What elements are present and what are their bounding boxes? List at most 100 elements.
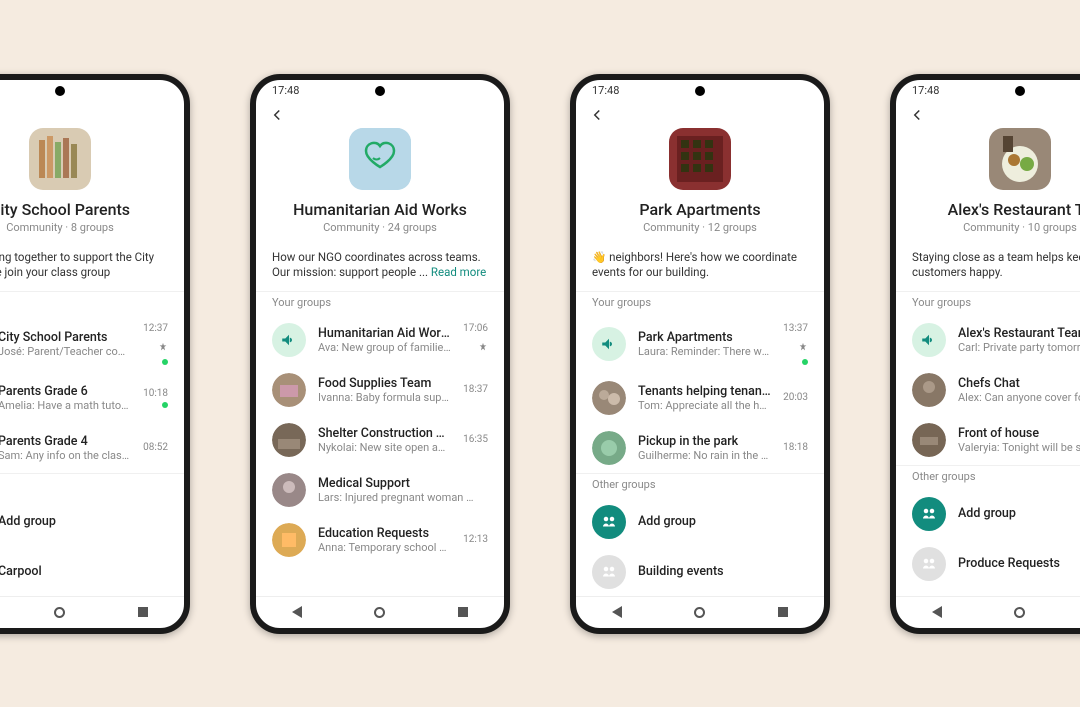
group-list: Park ApartmentsLaura: Reminder: There wi… [576,315,824,596]
community-subtitle: Community · 8 groups [6,221,114,234]
nav-back-icon[interactable] [292,606,302,618]
community-header[interactable]: Park Apartments Community · 12 groups [576,132,824,244]
group-title: Add group [0,514,168,529]
community-header[interactable]: Humanitarian Aid Works Community · 24 gr… [256,132,504,244]
status-bar: 17:48 [576,80,824,102]
group-row[interactable]: Tenants helping tenantsTom: Appreciate a… [576,373,824,423]
join-group-row[interactable]: Building events [576,547,824,596]
join-group-icon [912,547,946,581]
group-title: Pickup in the park [638,434,771,449]
group-row[interactable]: Food Supplies TeamIvanna: Baby formula s… [256,365,504,415]
announcement-icon [912,323,946,357]
section-your-groups: Your groups [256,291,504,315]
group-title: Carpool [0,564,168,579]
announcement-icon [272,323,306,357]
nav-home-icon[interactable] [1014,607,1025,618]
community-description: 👋 neighbors! Here's how we coordinate ev… [576,244,824,291]
group-time: 18:37 [463,384,488,395]
group-list: Alex's Restaurant TeamCarl: Private part… [896,315,1080,596]
section-other-groups: roups [0,473,184,497]
add-group-row[interactable]: Add group [0,497,184,547]
group-title: Building events [638,564,808,579]
group-time: 08:52 [143,442,168,453]
nav-recents-icon[interactable] [778,607,788,617]
back-icon[interactable] [268,106,286,128]
phone-device: 17:48 Humanitarian Aid Works Community ·… [250,74,510,634]
back-icon[interactable] [588,106,606,128]
group-avatar [272,523,306,557]
nav-recents-icon[interactable] [458,607,468,617]
status-time: 17:48 [592,84,619,97]
android-nav-bar [896,596,1080,628]
group-row[interactable]: Parents Grade 6Amelia: Have a math tutor… [0,373,184,423]
group-row[interactable]: Alex's Restaurant TeamCarl: Private part… [896,315,1080,365]
group-row[interactable]: Park ApartmentsLaura: Reminder: There wi… [576,315,824,373]
community-avatar [349,128,411,190]
join-group-row[interactable]: Produce Requests [896,539,1080,589]
group-message: Guilherme: No rain in the forecast! [638,449,771,462]
group-row[interactable]: Pickup in the parkGuilherme: No rain in … [576,423,824,473]
group-message: Ava: New group of families waitin... [318,341,451,354]
community-title: Alex's Restaurant Te [948,200,1080,219]
community-subtitle: Community · 24 groups [323,221,437,234]
add-group-row[interactable]: Add group [576,497,824,547]
nav-back-icon[interactable] [612,606,622,618]
group-time: 16:35 [463,434,488,445]
back-icon[interactable] [908,106,926,128]
group-time: 13:37 [783,323,808,334]
group-title: Front of house [958,426,1080,441]
group-title: Food Supplies Team [318,376,451,391]
group-row[interactable]: Humanitarian Aid WorksAva: New group of … [256,315,504,365]
nav-recents-icon[interactable] [138,607,148,617]
pin-icon [158,337,168,356]
read-more-link[interactable]: Read more [431,265,486,279]
camera-hole [695,86,705,96]
group-avatar [912,373,946,407]
community-header[interactable]: Alex's Restaurant Te Community · 10 grou… [896,132,1080,244]
nav-home-icon[interactable] [54,607,65,618]
add-group-icon [912,497,946,531]
pin-icon [478,337,488,356]
community-description: Staying close as a team helps keep custo… [896,244,1080,291]
community-header[interactable]: City School Parents Community · 8 groups [0,132,184,244]
status-bar [0,80,184,102]
group-avatar [592,431,626,465]
section-other-groups: Other groups [576,473,824,497]
group-row[interactable]: Front of houseValeryia: Tonight will be … [896,415,1080,465]
community-title: City School Parents [0,200,130,219]
add-group-row[interactable]: Add group [896,489,1080,539]
group-title: Shelter Construction Team [318,426,451,441]
community-description: How our NGO coordinates across teams. Ou… [256,244,504,291]
group-title: Parents Grade 4 [0,434,131,449]
nav-home-icon[interactable] [374,607,385,618]
group-row[interactable]: Shelter Construction TeamNykolai: New si… [256,415,504,465]
group-message: Sam: Any info on the class recital? [0,449,131,462]
group-title: Parents Grade 6 [0,384,131,399]
join-group-row[interactable]: Carpool [0,547,184,596]
group-time: 12:13 [463,534,488,545]
add-group-icon [592,505,626,539]
unread-dot [162,359,168,365]
group-row[interactable]: Education RequestsAnna: Temporary school… [256,515,504,565]
unread-dot [162,402,168,408]
group-list: City School ParentsJosé: Parent/Teacher … [0,315,184,596]
group-avatar [912,423,946,457]
group-message: Valeryia: Tonight will be spec... [958,441,1080,454]
group-row[interactable]: Chefs ChatAlex: Can anyone cover for me.… [896,365,1080,415]
nav-home-icon[interactable] [694,607,705,618]
camera-hole [55,86,65,96]
group-row[interactable]: Medical SupportLars: Injured pregnant wo… [256,465,504,515]
phone-device: 17:48 Park Apartments Community · 12 gro… [570,74,830,634]
group-list: Humanitarian Aid WorksAva: New group of … [256,315,504,596]
status-time: 17:48 [272,84,299,97]
section-your-groups: oups [0,291,184,315]
community-title: Park Apartments [639,200,760,219]
status-time: 17:48 [912,84,939,97]
nav-back-icon[interactable] [932,606,942,618]
group-title: Medical Support [318,476,476,491]
community-subtitle: Community · 10 groups [963,221,1077,234]
group-row[interactable]: City School ParentsJosé: Parent/Teacher … [0,315,184,373]
section-other-groups: Other groups [896,465,1080,489]
android-nav-bar [256,596,504,628]
group-row[interactable]: Parents Grade 4Sam: Any info on the clas… [0,423,184,473]
